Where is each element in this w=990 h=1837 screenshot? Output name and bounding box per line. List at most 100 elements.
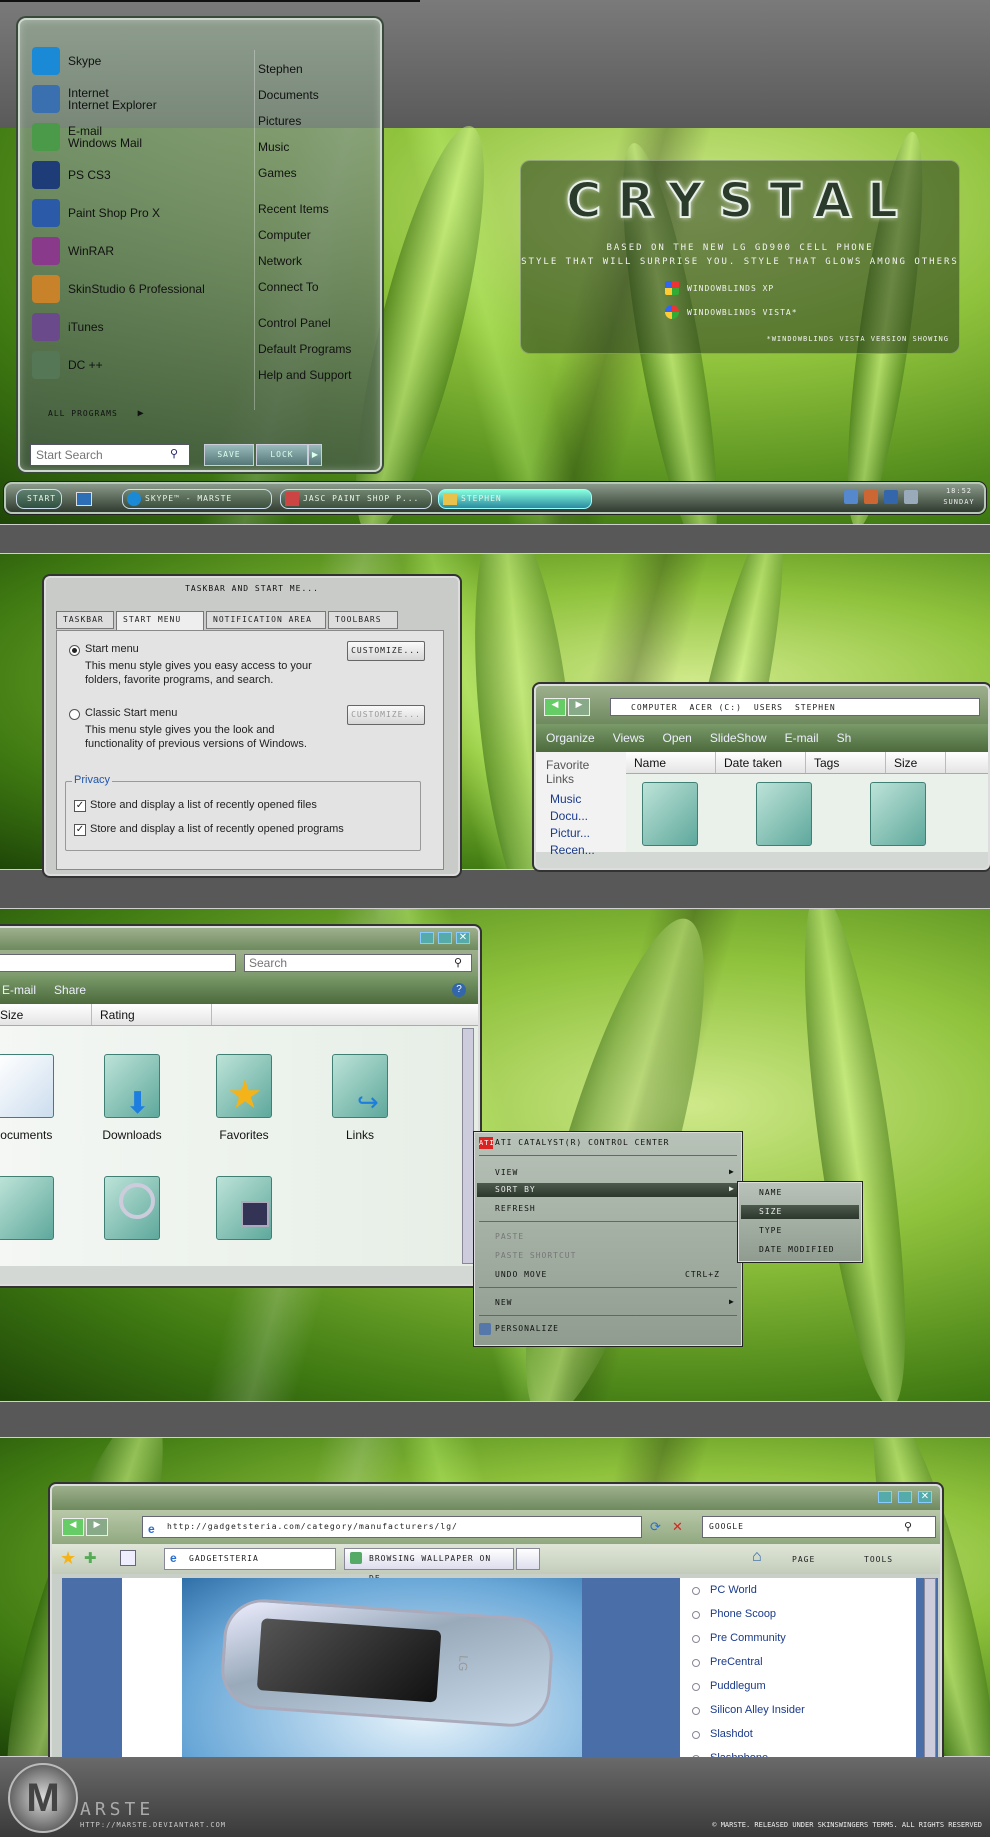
command-button[interactable]: SlideShow: [710, 731, 767, 745]
folder-icon[interactable]: [642, 782, 698, 846]
network-icon[interactable]: [864, 490, 878, 504]
recent-files-checkbox[interactable]: ✓: [74, 800, 86, 812]
lock-button[interactable]: Lock: [256, 444, 308, 466]
scrollbar[interactable]: [462, 1028, 474, 1264]
search-icon[interactable]: ⚲: [170, 447, 184, 461]
stop-icon[interactable]: ✕: [672, 1519, 683, 1535]
favorite-link[interactable]: Music: [546, 792, 616, 809]
breadcrumb-item[interactable]: Users: [754, 703, 783, 712]
place-item[interactable]: Control Panel: [258, 310, 378, 336]
close-button[interactable]: ✕: [456, 932, 470, 944]
speaker-icon[interactable]: [904, 490, 918, 504]
folder-icon[interactable]: [0, 1176, 54, 1240]
minimize-button[interactable]: [878, 1491, 892, 1503]
start-button[interactable]: Start: [16, 489, 62, 509]
command-button[interactable]: Open: [663, 731, 692, 745]
column-header-item[interactable]: Name: [626, 752, 716, 773]
list-item[interactable]: Puddlegum: [680, 1674, 916, 1698]
program-item[interactable]: Paint Shop Pro X: [28, 194, 256, 232]
menu-item-view[interactable]: View: [495, 1165, 518, 1181]
place-item[interactable]: Pictures: [258, 108, 378, 134]
column-header-item[interactable]: Tags: [806, 752, 886, 773]
list-item[interactable]: Phone Scoop: [680, 1602, 916, 1626]
address-bar-fragment[interactable]: [0, 954, 236, 972]
back-button[interactable]: ◀: [544, 698, 566, 716]
column-header-item[interactable]: Rating: [92, 1004, 212, 1025]
tab-start-menu[interactable]: Start Menu: [116, 611, 204, 631]
back-button[interactable]: ◀: [62, 1518, 84, 1536]
submenu-item-name[interactable]: Name: [759, 1185, 782, 1201]
author-url[interactable]: http://marste.deviantart.com: [80, 1821, 226, 1829]
start-search-input[interactable]: [30, 444, 190, 466]
add-favorites-icon[interactable]: ✚: [84, 1549, 97, 1567]
program-item[interactable]: iTunes: [28, 308, 256, 346]
favorite-link[interactable]: Pictur...: [546, 826, 616, 843]
start-menu-radio[interactable]: [69, 645, 80, 656]
list-item[interactable]: PreCentral: [680, 1650, 916, 1674]
command-button[interactable]: Share: [54, 983, 86, 997]
place-item[interactable]: Computer: [258, 222, 378, 248]
refresh-icon[interactable]: ⟳: [650, 1519, 661, 1535]
column-header-item[interactable]: Size: [886, 752, 946, 773]
documents-folder-icon[interactable]: [0, 1054, 54, 1118]
recent-programs-checkbox[interactable]: ✓: [74, 824, 86, 836]
volume-icon[interactable]: [844, 490, 858, 504]
favorite-link[interactable]: Docu...: [546, 809, 616, 826]
folder-icon[interactable]: [870, 782, 926, 846]
breadcrumb-item[interactable]: Stephen: [795, 703, 836, 712]
save-button[interactable]: Save: [204, 444, 254, 466]
list-item[interactable]: Slashdot: [680, 1722, 916, 1746]
place-item[interactable]: Connect To: [258, 274, 378, 300]
maximize-button[interactable]: [898, 1491, 912, 1503]
program-item[interactable]: E-mail Windows Mail: [28, 118, 256, 156]
search-input[interactable]: [244, 954, 472, 972]
tab-taskbar[interactable]: Taskbar: [56, 611, 114, 629]
program-item[interactable]: WinRAR: [28, 232, 256, 270]
command-button[interactable]: Organize: [546, 731, 595, 745]
help-icon[interactable]: ?: [452, 983, 466, 997]
submenu-item-date-modified[interactable]: Date Modified: [759, 1242, 835, 1258]
submenu-item-size[interactable]: Size: [759, 1204, 782, 1220]
minimize-button[interactable]: [420, 932, 434, 944]
url-bar[interactable]: http://gadgetsteria.com/category/manufac…: [142, 1516, 642, 1538]
close-button[interactable]: ✕: [918, 1491, 932, 1503]
downloads-folder-icon[interactable]: ⬇: [104, 1054, 160, 1119]
place-item[interactable]: Recent Items: [258, 196, 378, 222]
breadcrumb-item[interactable]: Acer (C:): [690, 703, 742, 712]
place-item[interactable]: Music: [258, 134, 378, 160]
folder-icon[interactable]: [756, 782, 812, 846]
menu-item-sort-by[interactable]: Sort By: [495, 1182, 536, 1198]
list-item[interactable]: Pre Community: [680, 1626, 916, 1650]
tab-gadgetsteria[interactable]: Gadgetsteria: [164, 1548, 336, 1570]
favorites-star-icon[interactable]: ★: [60, 1548, 76, 1569]
list-item[interactable]: Silicon Alley Insider: [680, 1698, 916, 1722]
search-icon[interactable]: ⚲: [904, 1520, 912, 1533]
tab-browsing-wallpaper[interactable]: Browsing Wallpaper on De...: [344, 1548, 514, 1583]
maximize-button[interactable]: [438, 932, 452, 944]
menu-item-undo-move[interactable]: Undo Move: [495, 1267, 547, 1283]
tools-menu[interactable]: Tools: [864, 1555, 893, 1564]
command-button[interactable]: Sh: [837, 731, 852, 745]
taskbar-button-paintshop[interactable]: Jasc Paint Shop P...: [280, 489, 432, 509]
taskbar-button-skype[interactable]: Skype™ - marste: [122, 489, 272, 509]
forward-button[interactable]: ▶: [86, 1518, 108, 1536]
program-item[interactable]: Internet Internet Explorer: [28, 80, 256, 118]
place-item[interactable]: Games: [258, 160, 378, 186]
favorite-link[interactable]: Recen...: [546, 843, 616, 860]
new-tab-button[interactable]: [516, 1548, 540, 1570]
program-item[interactable]: PS CS3: [28, 156, 256, 194]
list-item[interactable]: PC World: [680, 1578, 916, 1602]
program-item[interactable]: DC ++: [28, 346, 256, 384]
customize-button[interactable]: Customize...: [347, 641, 425, 661]
videos-folder-icon[interactable]: [216, 1176, 272, 1240]
taskbar-button-stephen[interactable]: Stephen: [438, 489, 592, 509]
search-box[interactable]: Google: [702, 1516, 936, 1538]
submenu-item-type[interactable]: Type: [759, 1223, 782, 1239]
command-button[interactable]: E-mail: [785, 731, 819, 745]
tab-toolbars[interactable]: Toolbars: [328, 611, 398, 629]
place-item[interactable]: Network: [258, 248, 378, 274]
menu-item-personalize[interactable]: Personalize: [495, 1321, 559, 1337]
place-item[interactable]: Documents: [258, 82, 378, 108]
links-folder-icon[interactable]: ↪: [332, 1054, 388, 1118]
search-icon[interactable]: ⚲: [454, 956, 462, 969]
